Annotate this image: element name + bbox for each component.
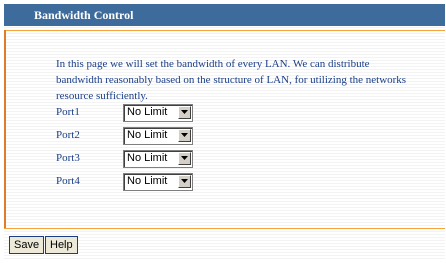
port-label: Port4 bbox=[56, 175, 80, 187]
select-value: No Limit bbox=[127, 175, 168, 187]
intro-text: In this page we will set the bandwidth o… bbox=[56, 56, 431, 104]
select-value: No Limit bbox=[127, 106, 168, 118]
save-button[interactable]: Save bbox=[9, 236, 45, 254]
page-title: Bandwidth Control bbox=[34, 8, 134, 22]
intro-line-1: In this page we will set the bandwidth o… bbox=[56, 58, 370, 70]
port-row-2: Port2 No Limit bbox=[56, 127, 256, 145]
port2-bandwidth-select[interactable]: No Limit bbox=[123, 127, 193, 145]
page-frame: Bandwidth Control In this page we will s… bbox=[4, 4, 445, 261]
chevron-down-icon[interactable] bbox=[178, 106, 191, 119]
port-label: Port1 bbox=[56, 106, 80, 118]
top-divider bbox=[4, 30, 445, 31]
port4-bandwidth-select[interactable]: No Limit bbox=[123, 173, 193, 191]
chevron-down-icon[interactable] bbox=[178, 152, 191, 165]
port1-bandwidth-select[interactable]: No Limit bbox=[123, 104, 193, 122]
port3-bandwidth-select[interactable]: No Limit bbox=[123, 150, 193, 168]
port-label: Port3 bbox=[56, 152, 80, 164]
left-border bbox=[4, 30, 6, 229]
page-header: Bandwidth Control bbox=[4, 4, 445, 26]
intro-line-3: resource sufficiently. bbox=[56, 90, 148, 102]
port-row-4: Port4 No Limit bbox=[56, 173, 256, 191]
select-value: No Limit bbox=[127, 152, 168, 164]
intro-line-2: bandwidth reasonably based on the struct… bbox=[56, 74, 407, 86]
select-value: No Limit bbox=[127, 129, 168, 141]
port-label: Port2 bbox=[56, 129, 80, 141]
chevron-down-icon[interactable] bbox=[178, 175, 191, 188]
chevron-down-icon[interactable] bbox=[178, 129, 191, 142]
help-button[interactable]: Help bbox=[45, 236, 78, 254]
port-row-3: Port3 No Limit bbox=[56, 150, 256, 168]
bottom-divider bbox=[4, 228, 445, 229]
port-row-1: Port1 No Limit bbox=[56, 104, 256, 122]
